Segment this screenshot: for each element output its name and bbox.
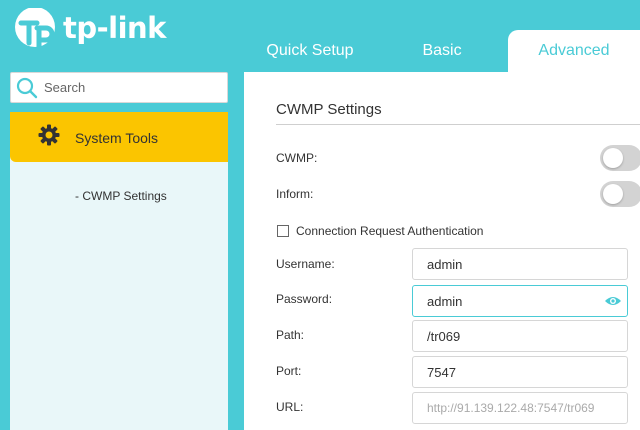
sidebar: System Tools - CWMP Settings [10,112,228,430]
brand-name: tp-link [63,11,166,45]
sidebar-item-label: System Tools [75,130,158,146]
search-box[interactable] [10,72,228,103]
path-label: Path: [276,328,305,342]
password-label: Password: [276,292,333,306]
port-label: Port: [276,364,302,378]
search-input[interactable] [44,80,214,95]
cwmp-toggle[interactable] [600,145,640,171]
sidebar-subitem-cwmp-settings[interactable]: - CWMP Settings [75,189,167,203]
gear-icon [38,124,60,146]
eye-icon[interactable] [604,295,622,307]
username-field[interactable] [412,248,628,280]
password-field[interactable] [412,285,628,317]
toggle-knob [603,184,623,204]
tab-advanced-label: Advanced [538,42,610,59]
tab-basic[interactable]: Basic [377,30,507,72]
toggle-knob [603,148,623,168]
url-label: URL: [276,400,304,414]
cwmp-label: CWMP: [276,151,318,165]
section-title: CWMP Settings [276,101,382,118]
main-panel: CWMP Settings CWMP: Inform: Connection R… [244,72,640,430]
connection-auth-checkbox[interactable] [277,225,289,237]
tab-advanced[interactable]: Advanced [508,30,640,72]
port-field[interactable] [412,356,628,388]
tab-quick-setup[interactable]: Quick Setup [245,30,375,72]
url-field[interactable] [412,392,628,424]
sidebar-item-system-tools[interactable]: System Tools [10,112,228,162]
section-divider [276,124,640,125]
path-field[interactable] [412,320,628,352]
search-icon [16,77,38,98]
connection-auth-label: Connection Request Authentication [296,224,484,238]
inform-label: Inform: [276,187,314,201]
inform-toggle[interactable] [600,181,640,207]
username-label: Username: [276,257,335,271]
